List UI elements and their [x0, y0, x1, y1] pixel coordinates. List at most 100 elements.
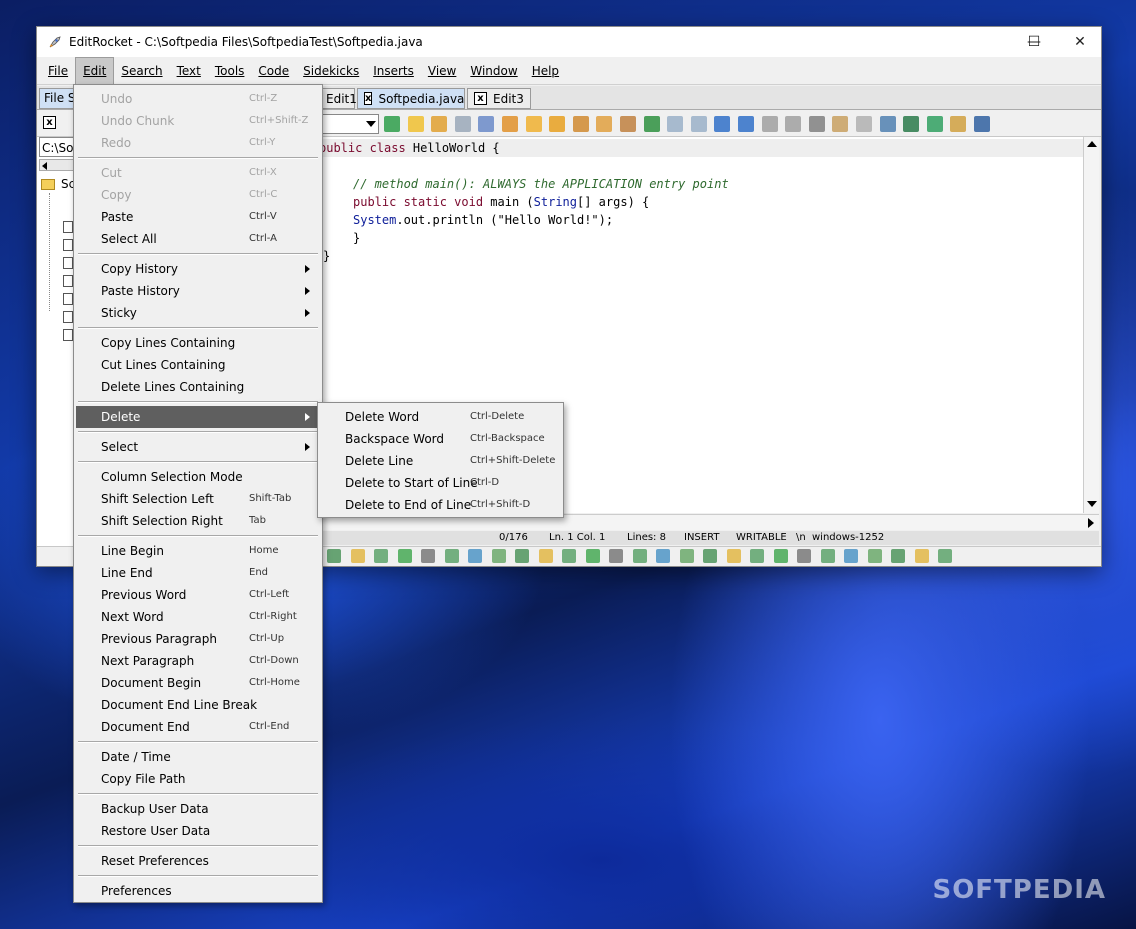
down-icon[interactable] [690, 116, 707, 132]
bottom-tool-icon[interactable] [867, 549, 882, 563]
menu-item-column-selection-mode[interactable]: Column Selection Mode [76, 466, 320, 488]
tab-edit1[interactable]: Edit1 [319, 88, 357, 109]
bottom-tool-icon[interactable] [632, 549, 647, 563]
menu-item-restore-user-data[interactable]: Restore User Data [76, 820, 320, 842]
menu-item-document-end[interactable]: Document End Ctrl-End [76, 716, 320, 738]
brace-alt-icon[interactable] [738, 116, 754, 132]
up-icon[interactable] [667, 116, 684, 132]
paste-icon[interactable] [832, 116, 849, 132]
menu-item-cut[interactable]: Cut Ctrl-X [76, 162, 320, 184]
menu-item-backup-user-data[interactable]: Backup User Data [76, 798, 320, 820]
menu-item-redo[interactable]: Redo Ctrl-Y [76, 132, 320, 154]
panel-scrollbar[interactable] [39, 159, 75, 171]
bottom-tool-icon[interactable] [844, 549, 858, 563]
bottom-tool-icon[interactable] [938, 549, 952, 563]
menu-item-next-word[interactable]: Next Word Ctrl-Right [76, 606, 320, 628]
copy-icon[interactable] [950, 116, 967, 132]
menu-item-shift-selection-left[interactable]: Shift Selection Left Shift-Tab [76, 488, 320, 510]
menu-code[interactable]: Code [251, 57, 296, 85]
brace-icon[interactable] [714, 116, 731, 132]
menu-item-paste-history[interactable]: Paste History [76, 280, 320, 302]
menu-item-line-end[interactable]: Line End End [76, 562, 320, 584]
file-icon[interactable] [63, 293, 73, 305]
menu-inserts[interactable]: Inserts [366, 57, 421, 85]
menu-item-document-begin[interactable]: Document Begin Ctrl-Home [76, 672, 320, 694]
menu-item-document-end-line-break[interactable]: Document End Line Break [76, 694, 320, 716]
menu-item-date-time[interactable]: Date / Time [76, 746, 320, 768]
wand-icon[interactable] [502, 116, 518, 132]
new-icon[interactable] [926, 116, 943, 132]
menu-item-previous-paragraph[interactable]: Previous Paragraph Ctrl-Up [76, 628, 320, 650]
menu-item-reset-preferences[interactable]: Reset Preferences [76, 850, 320, 872]
bottom-tool-icon[interactable] [468, 549, 482, 563]
menu-item-delete-lines-containing[interactable]: Delete Lines Containing [76, 376, 320, 398]
close-tab-icon[interactable]: x [364, 92, 373, 105]
menu-item-line-begin[interactable]: Line Begin Home [76, 540, 320, 562]
bottom-tool-icon[interactable] [491, 549, 506, 563]
tab-softpedia-java[interactable]: x Softpedia.java [357, 88, 465, 109]
file-icon[interactable] [63, 275, 73, 287]
bottom-tool-icon[interactable] [914, 549, 929, 563]
menu-item-shift-selection-right[interactable]: Shift Selection Right Tab [76, 510, 320, 532]
file-icon[interactable] [63, 239, 73, 251]
menu-tools[interactable]: Tools [208, 57, 252, 85]
magic-icon[interactable] [572, 116, 589, 132]
bottom-tool-icon[interactable] [585, 549, 600, 563]
bottom-tool-icon[interactable] [797, 549, 811, 563]
arrow-right-icon[interactable] [1088, 518, 1094, 528]
refresh-icon[interactable] [384, 116, 400, 132]
close-panel-icon[interactable]: x [43, 116, 56, 129]
bottom-tool-icon[interactable] [562, 549, 576, 563]
bottom-tool-icon[interactable] [444, 549, 459, 563]
menu-item-copy[interactable]: Copy Ctrl-C [76, 184, 320, 206]
menu-view[interactable]: View [421, 57, 463, 85]
bottom-tool-icon[interactable] [820, 549, 835, 563]
bottom-tool-icon[interactable] [538, 549, 553, 563]
script-icon[interactable] [974, 116, 990, 132]
tab-edit3[interactable]: x Edit3 [467, 88, 531, 109]
menu-item-undo[interactable]: Undo Ctrl-Z [76, 88, 320, 110]
submenu-item-delete-to-end-of-line[interactable]: Delete to End of Line Ctrl+Shift-D [320, 494, 561, 516]
redo-icon[interactable] [785, 116, 802, 132]
new-file-icon[interactable] [407, 116, 424, 132]
doc-icon[interactable] [856, 116, 872, 132]
bottom-tool-icon[interactable] [397, 549, 412, 563]
bottom-tool-icon[interactable] [327, 549, 341, 563]
bottom-tool-icon[interactable] [891, 549, 905, 563]
mode-combo[interactable] [319, 114, 379, 134]
bottom-tool-icon[interactable] [609, 549, 623, 563]
close-tab-icon[interactable]: x [474, 92, 487, 105]
bottom-tool-icon[interactable] [515, 549, 529, 563]
insert-alt-icon[interactable] [549, 116, 566, 132]
file-icon[interactable] [63, 257, 73, 269]
globe-icon[interactable] [903, 116, 920, 132]
path-field[interactable]: C:\Sof [39, 137, 77, 157]
menu-search[interactable]: Search [114, 57, 169, 85]
menu-item-undo-chunk[interactable]: Undo Chunk Ctrl+Shift-Z [76, 110, 320, 132]
close-button[interactable]: ✕ [1057, 27, 1103, 57]
save-all-icon[interactable] [478, 116, 495, 132]
menu-item-delete[interactable]: Delete [76, 406, 320, 428]
menu-help[interactable]: Help [525, 57, 566, 85]
menu-window[interactable]: Window [463, 57, 524, 85]
bottom-tool-icon[interactable] [726, 549, 741, 563]
cut-icon[interactable] [808, 116, 825, 132]
save-icon[interactable] [454, 116, 471, 132]
submenu-item-delete-to-start-of-line[interactable]: Delete to Start of Line Ctrl-D [320, 472, 561, 494]
menu-item-cut-lines-containing[interactable]: Cut Lines Containing [76, 354, 320, 376]
menu-file[interactable]: File [41, 57, 75, 85]
add-icon[interactable] [643, 116, 660, 132]
next-icon[interactable] [596, 116, 613, 132]
bottom-tool-icon[interactable] [421, 549, 435, 563]
vertical-scrollbar[interactable] [1083, 137, 1099, 513]
title-bar[interactable]: EditRocket - C:\Softpedia Files\Softpedi… [37, 27, 1101, 57]
menu-text[interactable]: Text [170, 57, 208, 85]
menu-item-select-all[interactable]: Select All Ctrl-A [76, 228, 320, 250]
file-icon[interactable] [63, 329, 73, 341]
menu-item-preferences[interactable]: Preferences [76, 880, 320, 902]
arrow-up-icon[interactable] [1087, 141, 1097, 147]
submenu-item-delete-line[interactable]: Delete Line Ctrl+Shift-Delete [320, 450, 561, 472]
undo-icon[interactable] [761, 116, 778, 132]
menu-item-next-paragraph[interactable]: Next Paragraph Ctrl-Down [76, 650, 320, 672]
bottom-tool-icon[interactable] [656, 549, 670, 563]
